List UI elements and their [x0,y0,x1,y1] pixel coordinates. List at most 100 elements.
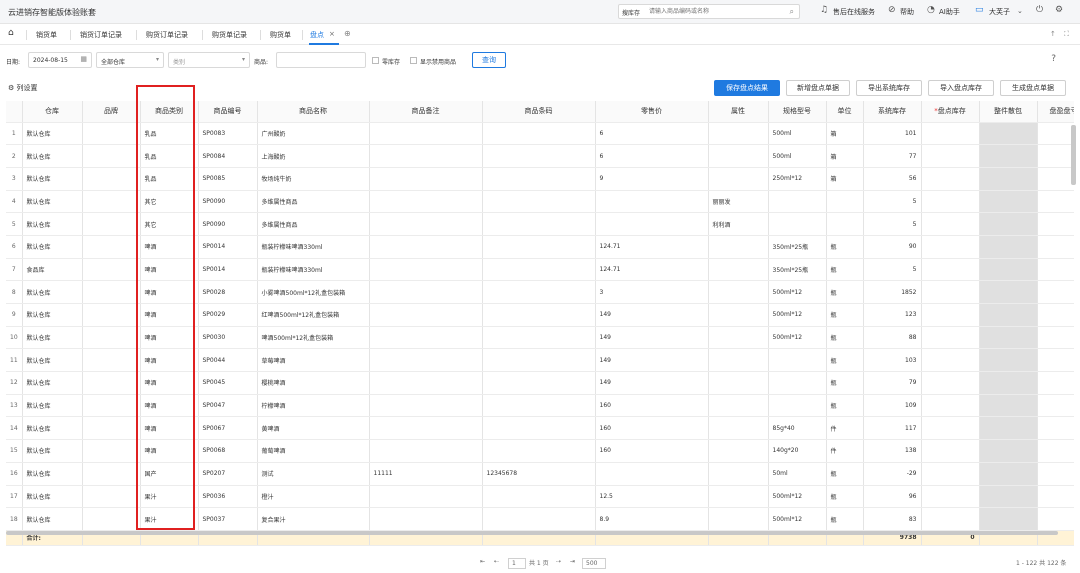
table-row[interactable]: 4 默认仓库 其它 SP0090 多维属性商品 丽丽发 5 [6,190,1074,214]
header-brand[interactable]: 品牌 [82,101,141,123]
table-row[interactable]: 3 默认仓库 乳品 SP0085 牧场纯牛奶 9 250ml*12 箱 56 [6,167,1074,191]
table-cell[interactable] [921,280,980,304]
header-category[interactable]: 商品类别 [140,101,199,123]
row-index: 14 [6,416,23,441]
page-size-select[interactable]: 500 [582,558,606,569]
search-input[interactable] [649,6,779,17]
close-icon[interactable]: × [329,30,335,38]
ai-assistant-link[interactable]: AI助手 [939,7,960,17]
generate-sheet-button[interactable]: 生成盘点单据 [1000,80,1066,96]
table-cell[interactable] [921,462,980,486]
tab-purchase-order-records[interactable]: 购货订单记录 [146,30,188,40]
new-sheet-button[interactable]: 新增盘点单据 [786,80,850,96]
table-cell: 默认仓库 [22,280,83,304]
category-select[interactable]: 类别 ▾ [168,52,250,68]
table-cell-disabled [979,348,1038,373]
tab-purchase-order[interactable]: 购货单 [270,30,291,40]
prev-page-icon[interactable]: ⇠ [494,558,499,565]
table-row[interactable]: 14 默认仓库 啤酒 SP0067 黄啤酒 160 85g*40 件 117 [6,416,1074,441]
table-row[interactable]: 8 默认仓库 啤酒 SP0028 小雾啤酒500ml*12礼盒包装箱 3 500ml*12 瓶… [6,280,1074,304]
fullscreen-icon[interactable]: ⛶ [1064,30,1069,39]
search-icon[interactable]: ⌕ [790,7,794,17]
table-row[interactable]: 11 默认仓库 啤酒 SP0044 草莓啤酒 149 瓶 103 [6,348,1074,373]
table-row[interactable]: 15 默认仓库 啤酒 SP0068 葡萄啤酒 160 140g*20 件 138 [6,439,1074,463]
table-row[interactable]: 1 默认仓库 乳品 SP0083 广州酸奶 6 500ml 箱 101 [6,122,1074,146]
table-cell[interactable] [921,122,980,146]
header-barcode[interactable]: 商品条码 [482,101,596,123]
column-settings-button[interactable]: ⚙ 列设置 [8,83,38,93]
table-cell[interactable] [921,439,980,463]
header-remark[interactable]: 商品备注 [369,101,483,123]
help-link[interactable]: 帮助 [900,7,914,17]
product-input[interactable] [276,52,366,68]
power-icon[interactable]: ⏻ [1036,5,1043,15]
search-scope-select[interactable]: 搜库存 [622,8,640,17]
table-row[interactable]: 2 默认仓库 乳品 SP0084 上海酸奶 6 500ml 箱 77 [6,144,1074,168]
table-cell[interactable] [921,326,980,350]
table-cell[interactable] [921,303,980,327]
table-cell[interactable] [921,235,980,259]
table-cell[interactable] [921,167,980,191]
header-unit[interactable]: 单位 [826,101,864,123]
date-picker[interactable]: 2024-08-15 ▦ [28,52,92,68]
export-system-stock-button[interactable]: 导出系统库存 [856,80,922,96]
table-row[interactable]: 13 默认仓库 啤酒 SP0047 柠檬啤酒 160 瓶 109 [6,394,1074,418]
table-row[interactable]: 17 默认仓库 果汁 SP0036 橙汁 12.5 500ml*12 瓶 96 [6,485,1074,509]
vertical-scrollbar[interactable] [1071,125,1076,185]
table-row[interactable]: 12 默认仓库 啤酒 SP0045 樱桃啤酒 149 瓶 79 [6,371,1074,395]
table-cell[interactable] [921,416,980,441]
table-cell[interactable] [921,485,980,509]
zero-stock-checkbox[interactable] [372,57,379,64]
table-cell[interactable] [921,258,980,282]
table-cell[interactable] [921,394,980,418]
warehouse-select[interactable]: 全部仓库 ▾ [96,52,164,68]
show-disabled-checkbox[interactable] [410,57,417,64]
help-circle-icon[interactable]: ? [1051,54,1056,64]
add-tab-icon[interactable]: ⊕ [344,29,351,38]
header-code[interactable]: 商品编号 [198,101,258,123]
search-box[interactable]: 搜库存 ⌕ [618,4,800,19]
tab-sales-order[interactable]: 销货单 [36,30,57,40]
save-result-button[interactable]: 保存盘点结果 [714,80,780,96]
table-row[interactable]: 6 默认仓库 啤酒 SP0014 瓶装柠檬味啤酒330ml 124.71 350ml*25瓶… [6,235,1074,259]
header-count-stock[interactable]: *盘点库存 [921,101,980,123]
first-page-icon[interactable]: ⇤ [480,558,485,565]
last-page-icon[interactable]: ⇥ [570,558,575,565]
table-row[interactable]: 9 默认仓库 啤酒 SP0029 红啤酒500ml*12礼盒包装箱 149 500ml*12… [6,303,1074,327]
arrow-up-icon[interactable]: ↑ [1050,30,1056,38]
table-cell[interactable] [921,507,980,531]
table-row[interactable]: 18 默认仓库 果汁 SP0037 复合果汁 8.9 500ml*12 瓶 83 [6,507,1074,531]
table-cell[interactable] [921,144,980,168]
table-cell[interactable] [921,212,980,236]
tab-stocktake[interactable]: 盘点 [310,30,324,40]
header-case-loose[interactable]: 整件散包 [979,101,1038,123]
table-cell[interactable] [921,371,980,395]
header-name[interactable]: 商品名称 [257,101,370,123]
chevron-down-icon[interactable]: ⌄ [1017,7,1023,15]
table-row[interactable]: 5 默认仓库 其它 SP0090 多维属性商品 利利酒 5 [6,212,1074,236]
import-stock-button[interactable]: 导入盘点库存 [928,80,994,96]
tab-sales-order-records[interactable]: 销货订单记录 [80,30,122,40]
header-warehouse[interactable]: 仓库 [22,101,83,123]
table-cell: SP0068 [198,439,258,463]
horizontal-scrollbar[interactable] [6,531,1058,535]
table-cell[interactable] [921,348,980,373]
table-cell: 149 [595,303,709,327]
header-gain-loss[interactable]: 盘盈盘亏 [1037,101,1074,123]
query-button[interactable]: 查询 [472,52,506,68]
next-page-icon[interactable]: ⇢ [556,558,561,565]
tab-purchase-records[interactable]: 购货单记录 [212,30,247,40]
header-retail-price[interactable]: 零售价 [595,101,709,123]
page-input[interactable]: 1 [508,558,526,569]
table-row[interactable]: 10 默认仓库 啤酒 SP0030 啤酒500ml*12礼盒包装箱 149 500ml*12… [6,326,1074,350]
header-system-stock[interactable]: 系统库存 [863,101,922,123]
header-attribute[interactable]: 属性 [708,101,769,123]
settings-icon[interactable]: ⚙ [1055,5,1063,15]
home-icon[interactable]: ⌂ [8,28,14,38]
user-menu[interactable]: 大芙子 [989,7,1010,17]
header-spec[interactable]: 规格型号 [768,101,827,123]
table-row[interactable]: 7 食品库 啤酒 SP0014 瓶装柠檬味啤酒330ml 124.71 350ml*25瓶瓶… [6,258,1074,282]
table-cell[interactable] [921,190,980,214]
table-row[interactable]: 16 默认仓库 国产 SP0207 测试 11111 12345678 50ml 瓶 -29 [6,462,1074,486]
service-link[interactable]: 售后在线服务 [833,7,875,17]
